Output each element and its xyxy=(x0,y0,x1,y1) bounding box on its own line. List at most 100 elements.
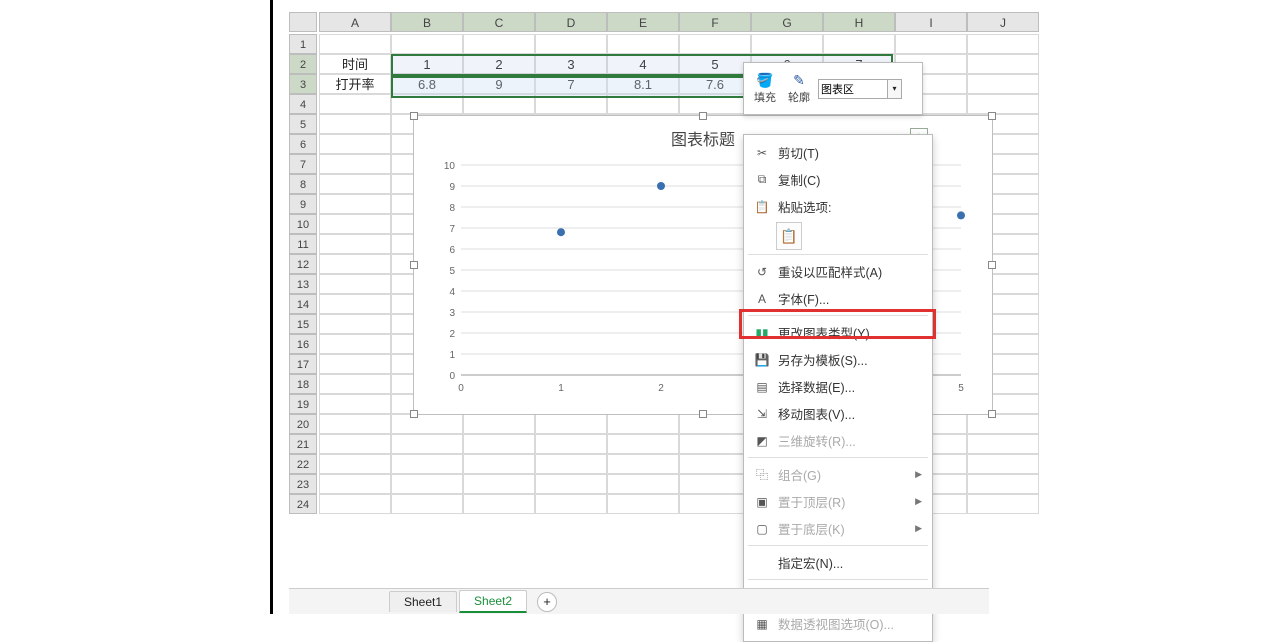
resize-handle[interactable] xyxy=(988,112,996,120)
cell[interactable] xyxy=(319,34,391,54)
cell[interactable] xyxy=(319,214,391,234)
column-header[interactable]: A xyxy=(319,12,391,32)
cell[interactable] xyxy=(463,434,535,454)
cell[interactable] xyxy=(967,454,1039,474)
cell[interactable] xyxy=(823,34,895,54)
column-header[interactable]: E xyxy=(607,12,679,32)
cell[interactable] xyxy=(319,394,391,414)
menu-assign-macro[interactable]: 指定宏(N)... xyxy=(744,549,932,576)
column-header[interactable]: H xyxy=(823,12,895,32)
cell[interactable]: 时间 xyxy=(319,54,391,74)
row-header[interactable]: 23 xyxy=(289,474,317,494)
column-header[interactable]: C xyxy=(463,12,535,32)
cell[interactable] xyxy=(463,454,535,474)
column-header[interactable]: I xyxy=(895,12,967,32)
resize-handle[interactable] xyxy=(410,112,418,120)
cell[interactable] xyxy=(391,474,463,494)
cell[interactable] xyxy=(679,454,751,474)
cell[interactable] xyxy=(895,34,967,54)
cell[interactable] xyxy=(391,414,463,434)
cell[interactable] xyxy=(679,434,751,454)
menu-save-as-template[interactable]: 💾 另存为模板(S)... xyxy=(744,346,932,373)
row-header[interactable]: 14 xyxy=(289,294,317,314)
cell[interactable] xyxy=(967,494,1039,514)
chart-area-selector[interactable]: ▾ xyxy=(818,79,902,99)
row-header[interactable]: 18 xyxy=(289,374,317,394)
menu-cut[interactable]: ✂ 剪切(T) xyxy=(744,139,932,166)
row-header[interactable]: 24 xyxy=(289,494,317,514)
cell[interactable] xyxy=(607,34,679,54)
resize-handle[interactable] xyxy=(410,261,418,269)
cell[interactable] xyxy=(319,114,391,134)
row-header[interactable]: 6 xyxy=(289,134,317,154)
cell[interactable] xyxy=(535,434,607,454)
cell[interactable] xyxy=(463,494,535,514)
fill-button[interactable]: 🪣 填充 xyxy=(750,72,780,105)
cell[interactable] xyxy=(463,34,535,54)
row-header[interactable]: 4 xyxy=(289,94,317,114)
cell[interactable] xyxy=(679,414,751,434)
cell[interactable] xyxy=(319,494,391,514)
row-header[interactable]: 1 xyxy=(289,34,317,54)
cell[interactable] xyxy=(463,414,535,434)
row-header[interactable]: 20 xyxy=(289,414,317,434)
row-header[interactable]: 17 xyxy=(289,354,317,374)
cell[interactable] xyxy=(319,234,391,254)
row-header[interactable]: 15 xyxy=(289,314,317,334)
menu-select-data[interactable]: ▤ 选择数据(E)... xyxy=(744,373,932,400)
menu-move-chart[interactable]: ⇲ 移动图表(V)... xyxy=(744,400,932,427)
cell[interactable] xyxy=(679,494,751,514)
cell[interactable] xyxy=(535,34,607,54)
cell[interactable] xyxy=(607,474,679,494)
column-header[interactable]: G xyxy=(751,12,823,32)
row-header[interactable]: 2 xyxy=(289,54,317,74)
row-header[interactable]: 19 xyxy=(289,394,317,414)
row-header[interactable]: 22 xyxy=(289,454,317,474)
chart-area-input[interactable] xyxy=(818,79,888,99)
cell[interactable] xyxy=(607,434,679,454)
cell[interactable] xyxy=(319,414,391,434)
row-header[interactable]: 21 xyxy=(289,434,317,454)
row-header[interactable]: 3 xyxy=(289,74,317,94)
cell[interactable] xyxy=(319,334,391,354)
cell[interactable] xyxy=(319,134,391,154)
cell[interactable] xyxy=(319,294,391,314)
resize-handle[interactable] xyxy=(410,410,418,418)
cell[interactable] xyxy=(967,34,1039,54)
row-header[interactable]: 5 xyxy=(289,114,317,134)
cell[interactable] xyxy=(967,434,1039,454)
sheet-tab[interactable]: Sheet2 xyxy=(459,590,527,613)
cell[interactable] xyxy=(535,494,607,514)
resize-handle[interactable] xyxy=(699,112,707,120)
row-header[interactable]: 7 xyxy=(289,154,317,174)
cell[interactable] xyxy=(607,454,679,474)
cell[interactable] xyxy=(319,274,391,294)
resize-handle[interactable] xyxy=(699,410,707,418)
cell[interactable] xyxy=(319,254,391,274)
cell[interactable] xyxy=(319,454,391,474)
outline-button[interactable]: ✎ 轮廓 xyxy=(784,72,814,105)
add-sheet-button[interactable]: + xyxy=(537,592,557,612)
column-header[interactable]: B xyxy=(391,12,463,32)
cell[interactable] xyxy=(319,194,391,214)
cell[interactable] xyxy=(679,474,751,494)
column-header[interactable]: J xyxy=(967,12,1039,32)
menu-copy[interactable]: ⧉ 复制(C) xyxy=(744,166,932,193)
cell[interactable] xyxy=(319,314,391,334)
cell[interactable] xyxy=(751,34,823,54)
paste-option-button[interactable]: 📋 xyxy=(776,222,802,250)
cell[interactable] xyxy=(535,454,607,474)
cell[interactable] xyxy=(319,474,391,494)
cell[interactable] xyxy=(319,154,391,174)
cell[interactable] xyxy=(319,94,391,114)
cell[interactable] xyxy=(607,494,679,514)
cell[interactable] xyxy=(535,414,607,434)
cell[interactable] xyxy=(319,374,391,394)
column-header[interactable]: F xyxy=(679,12,751,32)
cell[interactable] xyxy=(319,354,391,374)
menu-reset-style[interactable]: ↺ 重设以匹配样式(A) xyxy=(744,258,932,285)
resize-handle[interactable] xyxy=(988,261,996,269)
cell[interactable] xyxy=(391,34,463,54)
cell[interactable] xyxy=(967,74,1039,94)
cell[interactable] xyxy=(967,474,1039,494)
